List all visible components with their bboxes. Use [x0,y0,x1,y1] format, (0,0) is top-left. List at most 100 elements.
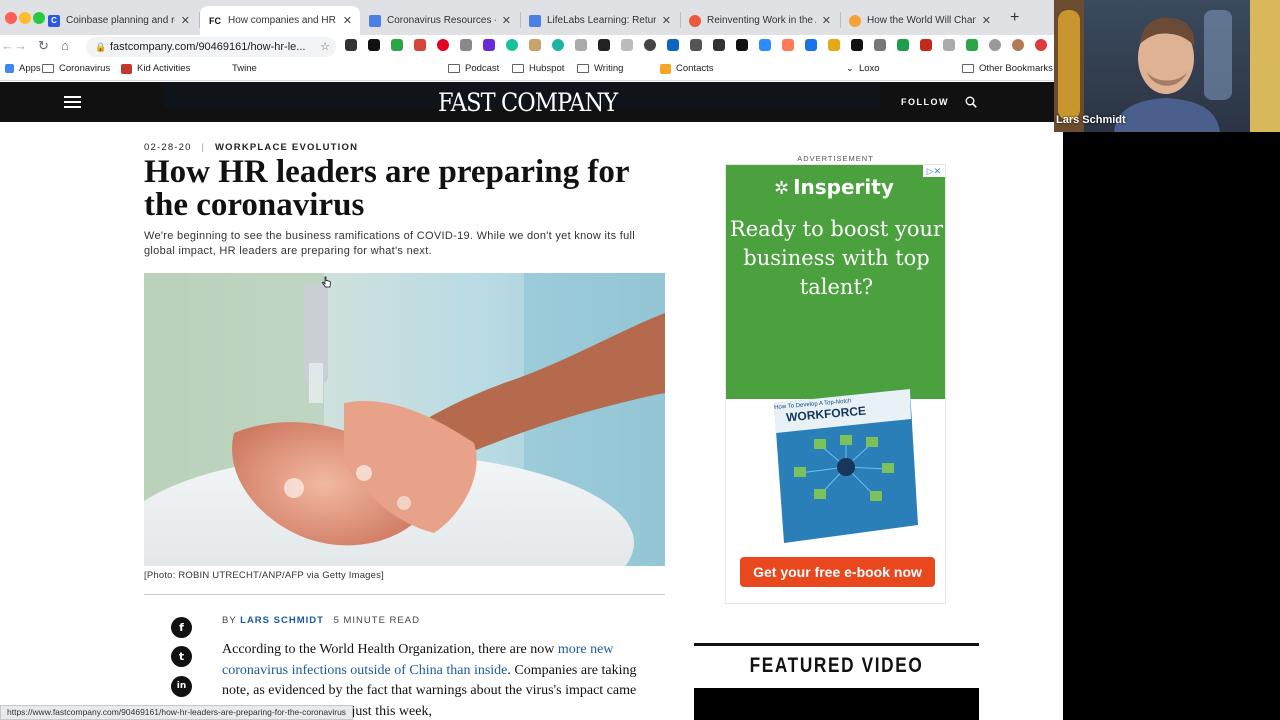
get-free-ebook-button[interactable]: Get your free e-book now [740,557,935,587]
extension-icon[interactable] [713,39,725,51]
linkedin-icon[interactable] [667,39,679,51]
extension-icon[interactable] [575,39,587,51]
menu-hamburger-icon[interactable] [64,96,81,108]
bookmark-hubspot[interactable]: Hubspot [512,63,564,74]
fast-company-logo[interactable]: FAST COMPANY [438,88,618,117]
lightbulb-favicon-icon [849,14,861,27]
folder-icon [577,64,589,73]
tab-close-icon[interactable]: ✕ [662,14,671,27]
pinterest-icon[interactable] [437,39,449,51]
extension-icon[interactable] [782,39,794,51]
byline: BY LARS SCHMIDT 5 MINUTE READ [222,615,420,626]
bookmark-star-icon[interactable]: ☆ [320,37,330,57]
insperity-ad[interactable]: ▷✕ ✲ Insperity Ready to boost your busine… [725,164,946,604]
handwashing-photo [144,273,665,566]
extension-icon[interactable] [966,39,978,51]
bookmark-kid-activities[interactable]: Kid Activities [121,63,190,74]
link-status-bar: https://www.fastcompany.com/90469161/how… [0,705,354,720]
extension-icon[interactable] [529,39,541,51]
minimize-window-button[interactable] [19,12,31,24]
home-icon[interactable]: ⌂ [61,38,69,53]
back-arrow-icon[interactable]: ← [1,38,14,53]
linkedin-share-icon[interactable]: in [171,676,192,697]
bookmark-contacts[interactable]: Contacts [660,63,714,74]
tab-close-icon[interactable]: ✕ [822,14,831,27]
browser-tab[interactable]: Coronavirus Resources - G ✕ [361,6,519,35]
extension-icon[interactable] [897,39,909,51]
bookmarks-bar: Apps Coronavirus Kid Activities Twine Po… [0,59,1063,81]
hubspot-favicon-icon [689,14,701,27]
article-section-link[interactable]: WORKPLACE EVOLUTION [215,142,358,153]
reload-icon[interactable]: ↻ [38,38,49,54]
address-bar[interactable]: 🔒 fastcompany.com/90469161/how-hr-le... … [86,37,336,57]
facebook-share-icon[interactable]: f [171,617,192,638]
extension-icons [345,39,1058,51]
extension-icon[interactable] [736,39,748,51]
tab-title: Reinventing Work in the Ag [707,15,816,26]
bookmark-podcast[interactable]: Podcast [448,63,499,74]
profile-avatar-icon[interactable] [1012,39,1024,51]
extension-icon[interactable] [621,39,633,51]
extension-icon[interactable] [851,39,863,51]
read-time: 5 MINUTE READ [333,615,420,626]
bookmark-other[interactable]: Other Bookmarks [962,63,1053,74]
featured-video-title: FEATURED VIDEO [749,654,924,677]
ad-headline: Ready to boost your business with top ta… [729,217,944,299]
extension-icon[interactable] [552,39,564,51]
extension-icon[interactable] [345,39,357,51]
extension-icon[interactable] [920,39,932,51]
twitter-share-icon[interactable]: t [171,646,192,667]
google-docs-favicon-icon [369,14,381,27]
tab-close-icon[interactable]: ✕ [181,14,190,27]
bookmark-loxo[interactable]: ⌄ Loxo [846,63,880,74]
contacts-icon [660,63,671,74]
extension-icon[interactable] [874,39,886,51]
follow-button[interactable]: FOLLOW [901,97,949,107]
tab-close-icon[interactable]: ✕ [982,14,991,27]
article-dateline: 02-28-20 | WORKPLACE EVOLUTION [144,142,358,153]
extension-icon[interactable] [1035,39,1047,51]
ad-choices-close-icon[interactable]: ▷✕ [923,165,945,177]
gmail-icon[interactable] [414,39,426,51]
browser-tab[interactable]: How the World Will Change ✕ [841,6,999,35]
featured-video-player[interactable] [694,688,979,720]
extension-icon[interactable] [759,39,771,51]
extension-icon[interactable] [483,39,495,51]
browser-tab-active[interactable]: FC How companies and HR le ✕ [200,6,360,35]
extension-icon[interactable] [828,39,840,51]
new-tab-button[interactable]: + [1010,9,1019,27]
extension-icon[interactable] [368,39,380,51]
browser-tab[interactable]: Reinventing Work in the Ag ✕ [681,6,839,35]
search-icon[interactable] [965,96,977,108]
browser-tab[interactable]: C Coinbase planning and res ✕ [40,6,198,35]
extension-icon[interactable] [989,39,1001,51]
ad-label: ADVERTISEMENT [797,154,874,163]
divider [144,594,665,595]
site-header: FAST COMPANY FOLLOW [0,82,1063,122]
forward-arrow-icon[interactable]: → [14,38,27,53]
extension-icon[interactable] [644,39,656,51]
featured-video-section: FEATURED VIDEO [694,643,979,720]
extension-icon[interactable] [598,39,610,51]
extension-icon[interactable] [391,39,403,51]
folder-icon [512,64,524,73]
extension-icon[interactable] [943,39,955,51]
tab-close-icon[interactable]: ✕ [343,14,352,27]
article-title: How HR leaders are preparing for the cor… [144,154,629,223]
bookmark-apps[interactable]: Apps [5,63,41,74]
extension-icon[interactable] [460,39,472,51]
extension-icon[interactable] [690,39,702,51]
body-text: According to the World Health Organizati… [222,642,558,657]
kid-activities-icon [121,63,132,74]
tab-title: How companies and HR le [228,15,337,26]
author-link[interactable]: LARS SCHMIDT [240,615,324,626]
close-window-button[interactable] [5,12,17,24]
browser-tab[interactable]: LifeLabs Learning: Return ✕ [521,6,679,35]
dateline-separator: | [201,142,206,153]
bookmark-twine[interactable]: Twine [232,63,257,74]
grammarly-icon[interactable] [506,39,518,51]
extension-icon[interactable] [805,39,817,51]
tab-close-icon[interactable]: ✕ [502,14,511,27]
bookmark-writing[interactable]: Writing [577,63,623,74]
bookmark-coronavirus[interactable]: Coronavirus [42,63,110,74]
